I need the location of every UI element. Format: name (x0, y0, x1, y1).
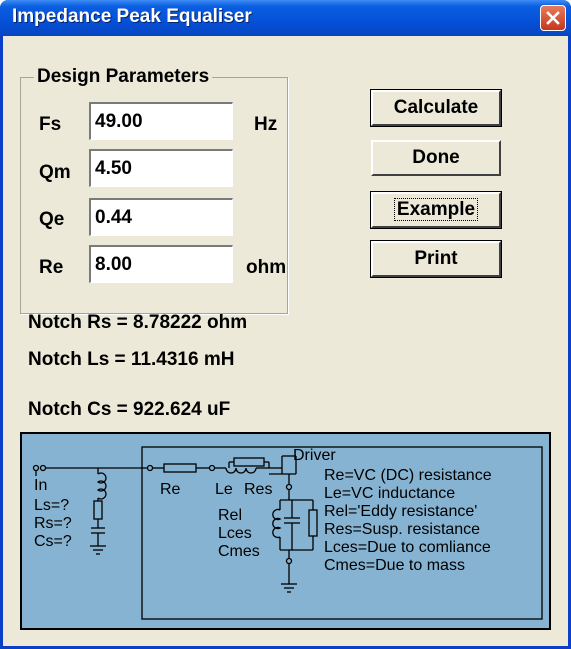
example-button[interactable]: Example (370, 191, 502, 229)
notch-rs-result: Notch Rs = 8.78222 ohm (28, 312, 248, 333)
ls-label: Ls=? (34, 497, 69, 514)
qm-label: Qm (39, 162, 71, 183)
calculate-button-label: Calculate (393, 97, 479, 118)
lces-inductor (272, 508, 282, 539)
done-button-label: Done (412, 147, 460, 168)
notch-ls-result: Notch Ls = 11.4316 mH (28, 349, 235, 370)
le-label: Le (215, 481, 233, 498)
re-unit: ohm (246, 257, 287, 278)
circuit-diagram: In Ls=? Rs=? Cs=? Re Le Res Rel Lces Cme… (20, 432, 551, 630)
le-inductor (225, 467, 257, 474)
in-label: In (34, 477, 47, 494)
re-input[interactable] (89, 245, 233, 283)
close-button[interactable] (540, 5, 566, 31)
group-legend: Design Parameters (37, 66, 210, 87)
re-label: Re (160, 481, 181, 498)
dialog-window: Impedance Peak Equaliser Design Paramete… (0, 0, 571, 649)
notch-cs-result: Notch Cs = 922.624 uF (28, 399, 231, 420)
qe-input[interactable] (89, 198, 233, 236)
fs-unit: Hz (254, 114, 278, 135)
rs-resistor (93, 500, 103, 520)
print-button-label: Print (414, 248, 458, 269)
qe-label: Qe (39, 209, 65, 230)
rs-label: Rs=? (34, 515, 72, 532)
qm-input[interactable] (89, 149, 233, 187)
re-resistor (163, 463, 197, 473)
cs-label: Cs=? (34, 533, 72, 550)
rel-label: Rel (218, 507, 242, 524)
legend-line-4: Res=Susp. resistance (324, 521, 480, 538)
legend-line-1: Re=VC (DC) resistance (324, 467, 492, 484)
res-resistor (233, 457, 265, 467)
lces-label: Lces (218, 525, 252, 542)
window-title: Impedance Peak Equaliser (12, 6, 252, 27)
in-terminal-2 (39, 464, 47, 472)
driver-label: Driver (293, 447, 336, 464)
re-label: Re (39, 257, 64, 278)
legend-line-6: Cmes=Due to mass (324, 557, 465, 574)
in-terminal-1 (32, 464, 40, 472)
fs-input[interactable] (89, 102, 233, 140)
example-button-label: Example (393, 198, 479, 221)
title-bar[interactable]: Impedance Peak Equaliser (0, 0, 571, 36)
fs-label: Fs (39, 114, 62, 135)
rel-resistor (308, 509, 318, 537)
legend-line-5: Lces=Due to comliance (324, 539, 491, 556)
print-button[interactable]: Print (370, 240, 502, 278)
done-button[interactable]: Done (371, 140, 501, 176)
close-x-icon (546, 11, 560, 25)
circuit-schematic: In Ls=? Rs=? Cs=? Re Le Res Rel Lces Cme… (32, 446, 543, 620)
res-label: Res (244, 481, 272, 498)
calculate-button[interactable]: Calculate (370, 89, 502, 127)
legend-line-3: Rel='Eddy resistance' (324, 503, 477, 520)
ls-inductor (96, 472, 107, 500)
cmes-label: Cmes (218, 543, 260, 560)
legend-line-2: Le=VC inductance (324, 485, 455, 502)
